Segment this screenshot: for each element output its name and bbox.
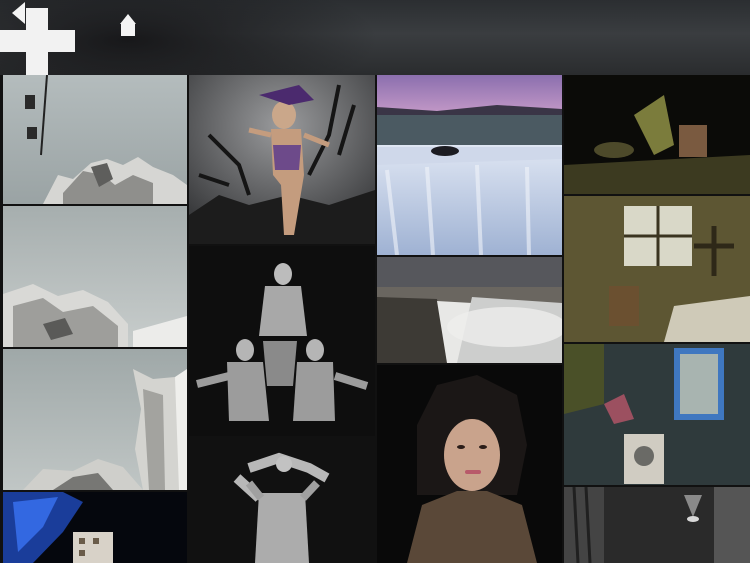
photo-old-room-2[interactable] (564, 344, 750, 485)
photo-waterfall-1[interactable] (377, 75, 562, 255)
plus-icon-v (26, 8, 48, 75)
photo-still-life[interactable] (564, 75, 750, 194)
photo-building-steel-1[interactable] (3, 75, 187, 204)
photo-waterfall-2[interactable] (377, 257, 562, 363)
photo-fantasy-woman[interactable] (189, 75, 375, 244)
photo-portrait-woman[interactable] (377, 365, 562, 563)
photo-building-steel-3[interactable] (3, 349, 187, 490)
photo-corridor[interactable] (564, 487, 750, 563)
home-icon-roof (120, 14, 136, 24)
home-icon[interactable] (119, 14, 137, 38)
photo-old-room-1[interactable] (564, 196, 750, 342)
toolbar (0, 0, 750, 75)
photo-bodies-knot[interactable] (189, 438, 375, 563)
back-arrow-icon[interactable] (12, 2, 25, 24)
photo-building-steel-2[interactable] (3, 206, 187, 347)
photo-bodies-pyramid[interactable] (189, 246, 375, 436)
home-icon-body (121, 24, 135, 36)
photo-building-blue[interactable] (3, 492, 187, 563)
